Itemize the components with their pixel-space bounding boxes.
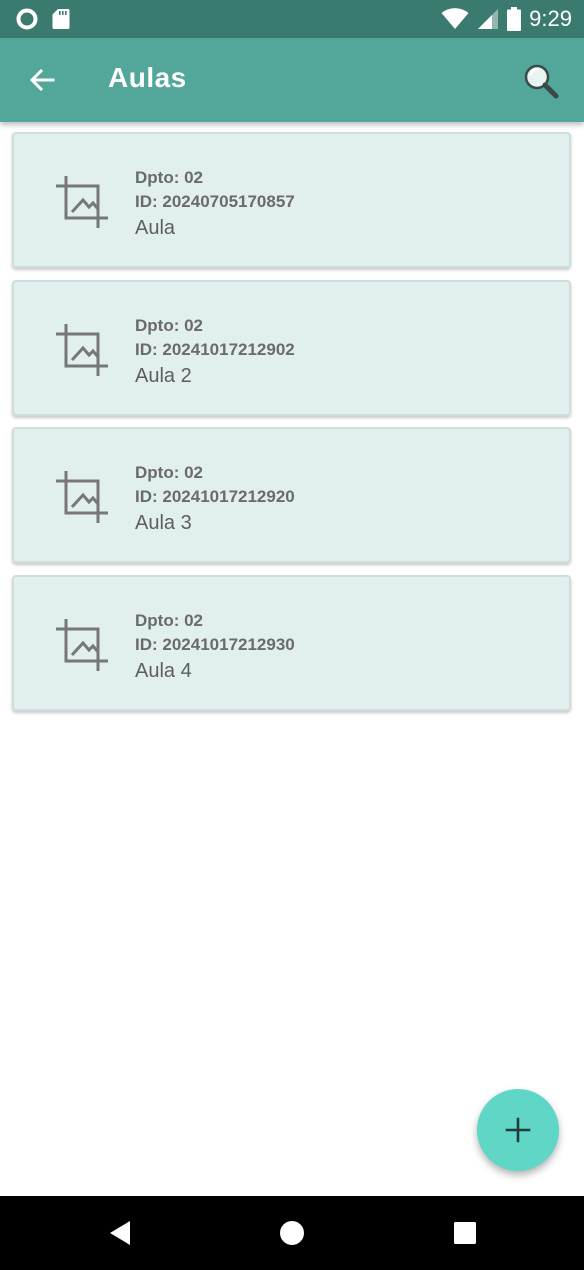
item-text: Dpto: 02 ID: 20241017212920 Aula 3 [135, 461, 295, 537]
list-item[interactable]: Dpto: 02 ID: 20240705170857 Aula [12, 132, 571, 268]
nav-back-icon [110, 1221, 130, 1245]
cell-signal-icon [478, 9, 499, 29]
sd-card-icon [52, 9, 70, 29]
nav-back-button[interactable] [100, 1213, 140, 1253]
item-dept: Dpto: 02 [135, 611, 203, 630]
battery-icon [507, 7, 522, 31]
status-bar: 9:29 [0, 0, 584, 38]
status-left-icons [16, 8, 70, 30]
item-text: Dpto: 02 ID: 20240705170857 Aula [135, 166, 295, 242]
list-item[interactable]: Dpto: 02 ID: 20241017212920 Aula 3 [12, 427, 571, 563]
back-button[interactable] [22, 58, 62, 102]
crop-image-icon [56, 176, 108, 228]
crop-image-icon [56, 324, 108, 376]
status-time: 9:29 [529, 6, 572, 31]
app-bar: Aulas [0, 38, 584, 122]
item-dept: Dpto: 02 [135, 463, 203, 482]
item-id: ID: 20241017212920 [135, 487, 295, 506]
item-name: Aula 4 [135, 660, 192, 682]
item-id: ID: 20241017212930 [135, 635, 295, 654]
add-aula-button[interactable] [477, 1089, 559, 1171]
sync-circle-icon [16, 8, 38, 30]
nav-recents-icon [454, 1222, 476, 1244]
item-name: Aula 3 [135, 512, 192, 534]
list-item[interactable]: Dpto: 02 ID: 20241017212902 Aula 2 [12, 280, 571, 416]
nav-home-button[interactable] [272, 1213, 312, 1253]
item-text: Dpto: 02 ID: 20241017212902 Aula 2 [135, 314, 295, 390]
wifi-icon [441, 8, 469, 29]
crop-image-icon [56, 619, 108, 671]
item-text: Dpto: 02 ID: 20241017212930 Aula 4 [135, 609, 295, 685]
item-name: Aula 2 [135, 365, 192, 387]
crop-image-icon [56, 471, 108, 523]
page-title: Aulas [108, 62, 187, 93]
system-nav-bar [0, 1196, 584, 1270]
item-name: Aula [135, 217, 176, 239]
search-icon [524, 64, 559, 99]
status-right-icons: 9:29 [441, 6, 572, 32]
item-dept: Dpto: 02 [135, 168, 203, 187]
search-button[interactable] [518, 58, 564, 104]
item-dept: Dpto: 02 [135, 316, 203, 335]
list-item[interactable]: Dpto: 02 ID: 20241017212930 Aula 4 [12, 575, 571, 711]
nav-home-icon [280, 1221, 304, 1245]
item-id: ID: 20241017212902 [135, 340, 295, 359]
plus-icon [505, 1117, 531, 1143]
arrow-back-icon [29, 68, 55, 92]
item-id: ID: 20240705170857 [135, 192, 295, 211]
nav-recents-button[interactable] [445, 1213, 485, 1253]
